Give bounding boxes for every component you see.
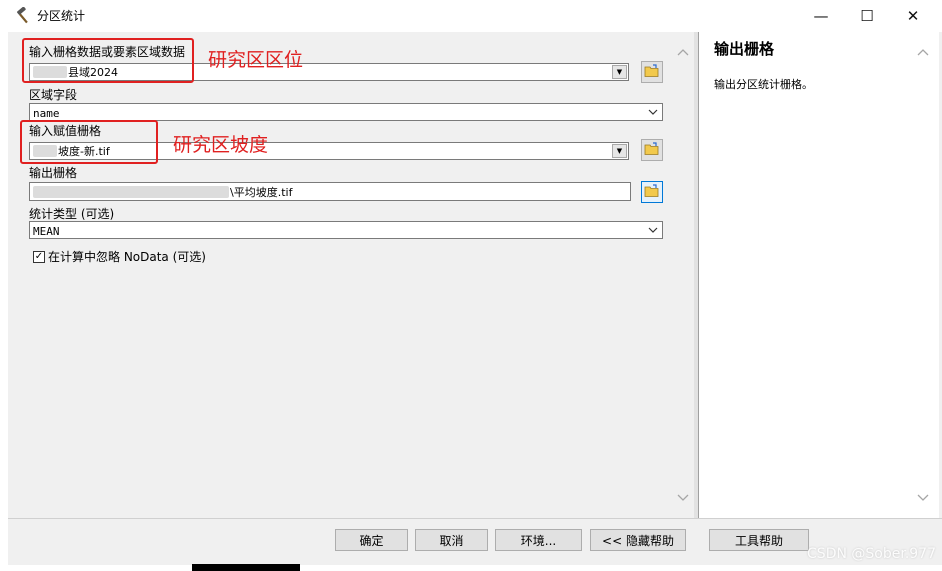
statistics-type-label: 统计类型 (可选) xyxy=(29,207,115,221)
ignore-nodata-label: 在计算中忽略 NoData (可选) xyxy=(48,250,206,264)
output-raster-value: \平均坡度.tif xyxy=(230,186,293,199)
slope-highlight-box xyxy=(20,120,158,164)
value-raster-browse-button[interactable] xyxy=(641,139,663,161)
output-raster-browse-button[interactable] xyxy=(641,181,663,203)
chevron-down-icon[interactable]: ▼ xyxy=(612,144,627,158)
open-folder-icon xyxy=(644,63,660,81)
help-title: 输出栅格 xyxy=(714,40,775,58)
zone-highlight-box xyxy=(22,38,194,83)
hide-help-button[interactable]: << 隐藏帮助 xyxy=(590,529,686,551)
help-description: 输出分区统计栅格。 xyxy=(714,78,813,91)
statistics-type-combo[interactable]: MEAN xyxy=(29,221,663,239)
watermark: CSDN @Sober.977 xyxy=(807,546,936,562)
zone-annotation: 研究区区位 xyxy=(208,49,304,71)
ok-button[interactable]: 确定 xyxy=(335,529,408,551)
checkmark-icon: ✓ xyxy=(34,251,44,262)
scroll-down-icon[interactable] xyxy=(677,492,689,505)
maximize-icon: ☐ xyxy=(860,6,874,25)
close-icon: ✕ xyxy=(906,6,920,25)
zone-input-browse-button[interactable] xyxy=(641,61,663,83)
cancel-button[interactable]: 取消 xyxy=(415,529,488,551)
scroll-up-icon[interactable] xyxy=(677,46,689,59)
redacted-text xyxy=(33,186,229,198)
zone-field-combo[interactable]: name xyxy=(29,103,663,121)
ignore-nodata-checkbox[interactable]: ✓ xyxy=(33,251,45,263)
help-scroll-up-icon[interactable] xyxy=(917,46,929,59)
minimize-button[interactable]: — xyxy=(798,0,844,31)
help-panel xyxy=(698,32,939,518)
chevron-down-icon[interactable] xyxy=(647,223,659,237)
hammer-icon xyxy=(14,6,32,25)
tool-help-button[interactable]: 工具帮助 xyxy=(709,529,809,551)
open-folder-icon xyxy=(644,183,660,201)
minimize-icon: — xyxy=(813,6,829,25)
slope-annotation: 研究区坡度 xyxy=(173,134,269,156)
open-folder-icon xyxy=(644,141,660,159)
close-button[interactable]: ✕ xyxy=(890,0,936,31)
window-title: 分区统计 xyxy=(37,9,86,23)
maximize-button[interactable]: ☐ xyxy=(844,0,890,31)
help-scroll-down-icon[interactable] xyxy=(917,492,929,505)
chevron-down-icon[interactable] xyxy=(647,105,659,119)
zone-field-label: 区域字段 xyxy=(29,88,78,102)
statistics-type-value: MEAN xyxy=(33,225,60,238)
zone-field-value: name xyxy=(33,107,60,120)
taskbar-fragment xyxy=(192,564,300,571)
output-raster-field[interactable]: \平均坡度.tif xyxy=(29,182,631,201)
chevron-down-icon[interactable]: ▼ xyxy=(612,65,627,79)
environments-button[interactable]: 环境... xyxy=(495,529,582,551)
output-raster-label: 输出栅格 xyxy=(29,166,78,180)
